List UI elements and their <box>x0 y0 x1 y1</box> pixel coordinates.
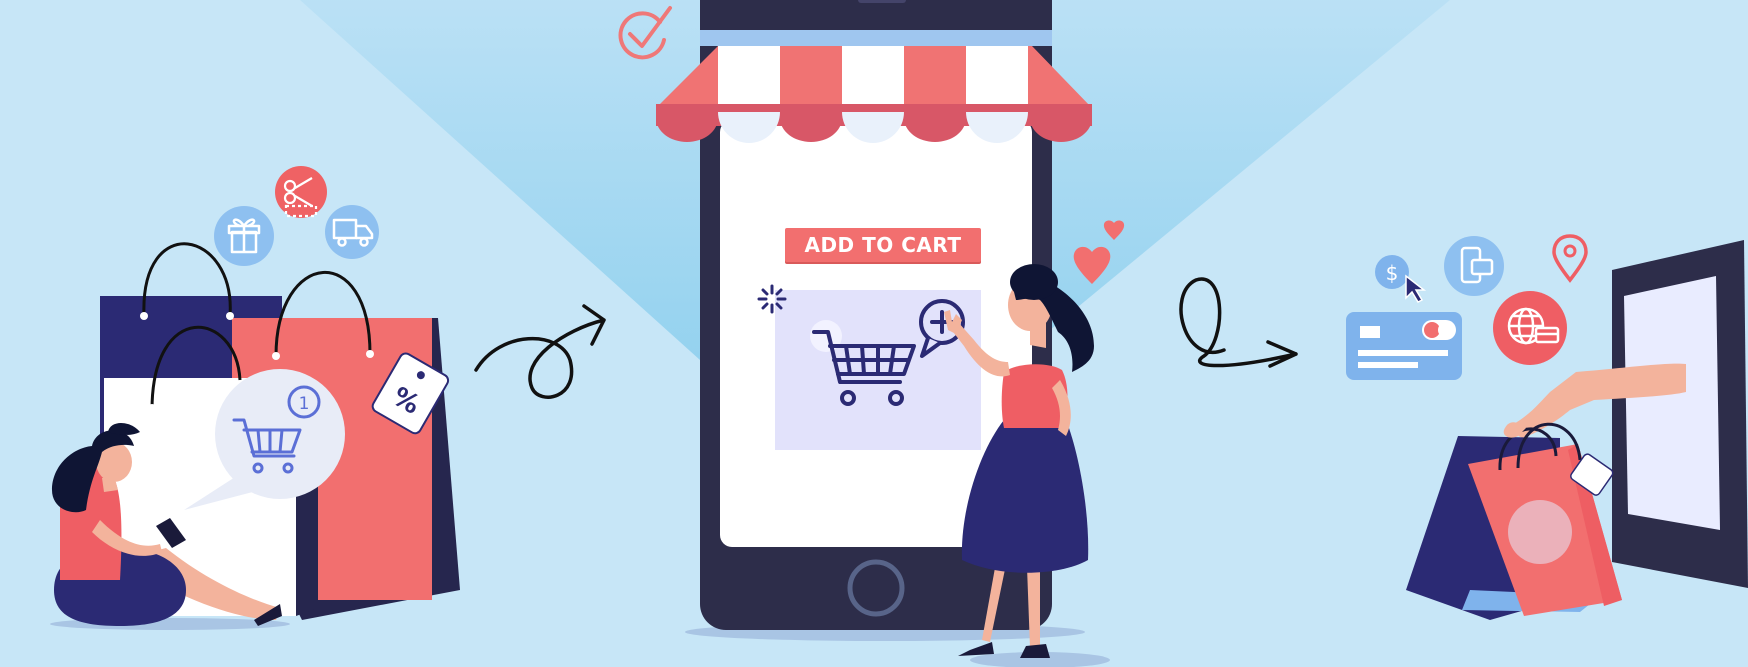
notification-count: 1 <box>299 394 310 414</box>
mobile-payment-icon <box>1444 236 1504 296</box>
add-to-cart-button[interactable]: ADD TO CART <box>785 228 981 262</box>
dollar-coin-icon: $ <box>1375 255 1409 289</box>
cursor-icon <box>1405 274 1427 303</box>
currency-symbol: $ <box>1386 261 1399 285</box>
doodle-arrow-right <box>1179 277 1298 368</box>
phone-right <box>1612 240 1748 588</box>
credit-card-icon <box>1346 312 1462 380</box>
doodle-arrow-left <box>474 304 606 399</box>
location-pin-icon <box>1552 234 1588 283</box>
globe-icon <box>1493 291 1567 365</box>
coupon-icon <box>275 166 327 218</box>
shopping-illustration: % 1 $ <box>50 0 1748 667</box>
